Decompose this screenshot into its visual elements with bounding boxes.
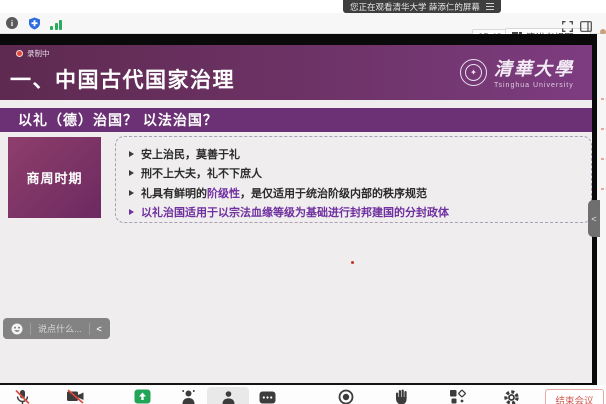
chat-collapse-icon[interactable]: < [97,324,102,334]
shared-screen-area: 录制中 一、中国古代国家治理 ✦ 清華大學 Tsinghua Universit… [0,34,606,385]
camera-muted-icon[interactable] [66,389,85,404]
slide-title: 一、中国古代国家治理 [10,64,235,94]
bullet-arrow-icon [129,151,134,157]
bullet-points-box: 安上治民，莫善于礼刑不上大夫，礼不下庶人礼具有鲜明的阶级性，是仅适用于统治阶级内… [115,136,592,223]
slide-subtitle-bar: 以礼（德）治国？ 以法治国？ [0,108,592,132]
chevron-left-icon: < [591,214,596,224]
bullet-line: 刑不上大夫，礼不下庶人 [129,164,591,184]
bullet-text-segment: 适用于以宗法血缘等级为基础进行 [185,204,350,220]
record-icon[interactable] [338,389,354,404]
logo-en-text: Tsinghua University [494,82,574,89]
bullet-arrow-icon [129,190,134,196]
bullet-line: 安上治民，莫善于礼 [129,144,591,164]
emoji-smiley-icon[interactable] [11,323,23,335]
hamburger-menu-icon[interactable] [486,3,494,10]
share-screen-icon[interactable] [134,389,151,404]
meeting-toolbar: 结束会议 [0,385,606,404]
settings-gear-icon[interactable] [503,389,520,404]
bullet-arrow-icon [129,170,134,176]
tsinghua-logo: ✦ 清華大學 Tsinghua University [460,55,574,89]
meeting-topbar: i 25:48 演讲者视图 [0,13,606,34]
apps-layout-icon[interactable] [449,389,466,404]
slide-header: 录制中 一、中国古代国家治理 ✦ 清華大學 Tsinghua Universit… [0,45,592,100]
bullet-text-segment: 阶级性 [207,185,240,201]
recording-dot-icon [16,50,23,57]
bullet-arrow-icon [129,209,134,215]
divider [89,323,90,335]
bullet-line: 礼具有鲜明的阶级性，是仅适用于统治阶级内部的秩序规范 [129,183,591,203]
network-signal-icon[interactable] [50,19,62,30]
bullet-text-segment: 封邦建国的分封政体 [350,204,449,220]
member-manage-icon[interactable] [221,390,236,404]
recording-badge: 录制中 [16,48,50,59]
bullet-text-segment: 以礼治国 [141,204,185,220]
mic-muted-icon[interactable] [14,389,31,404]
screen-watching-tooltip: 您正在观看清华大学 薛添仁的屏幕 [343,0,501,13]
raise-hand-icon[interactable] [394,389,409,404]
slide-body: 以礼（德）治国？ 以法治国？ 商周时期 安上治民，莫善于礼刑不上大夫，礼不下庶人… [0,100,592,383]
end-meeting-button[interactable]: 结束会议 [545,389,604,404]
bullet-text-segment: ，是仅适用于统治阶级内部的秩序规范 [240,185,427,201]
bullet-text-segment: 安上治民，莫善于礼 [141,146,240,162]
more-options-icon[interactable] [259,391,276,404]
recording-label: 录制中 [27,48,50,59]
tooltip-text: 您正在观看清华大学 薛添仁的屏幕 [350,1,480,13]
info-icon[interactable]: i [6,17,18,29]
bullet-text-segment: 礼具有鲜明的 [141,185,207,201]
panel-collapse-button[interactable]: < [588,200,600,237]
security-shield-icon[interactable] [28,17,41,35]
laser-pointer-dot [351,261,354,264]
divider [30,323,31,335]
era-label-box: 商周时期 [8,137,101,218]
participants-icon[interactable] [180,389,197,404]
chat-input-pill[interactable]: 说点什么... < [3,318,110,339]
bullet-text-segment: 刑不上大夫，礼不下庶人 [141,165,262,181]
chat-placeholder[interactable]: 说点什么... [38,322,82,335]
meeting-app-window: 您正在观看清华大学 薛添仁的屏幕 i 25:48 演讲者视图 [0,0,606,404]
bullet-line: 以礼治国适用于以宗法血缘等级为基础进行封邦建国的分封政体 [129,203,591,223]
tsinghua-emblem-icon: ✦ [460,59,487,86]
logo-cn-text: 清華大學 [494,55,574,81]
